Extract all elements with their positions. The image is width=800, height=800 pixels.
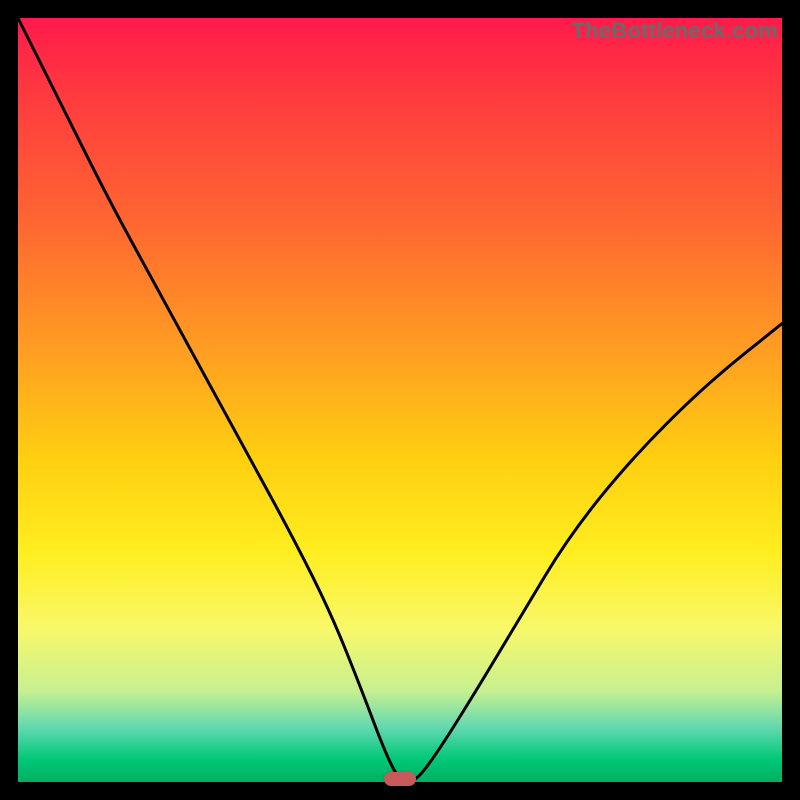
chart-frame: TheBottleneck.com (0, 0, 800, 800)
optimum-marker (384, 772, 416, 786)
plot-area: TheBottleneck.com (18, 18, 782, 782)
bottleneck-curve (18, 18, 782, 782)
curve-path (18, 18, 782, 782)
